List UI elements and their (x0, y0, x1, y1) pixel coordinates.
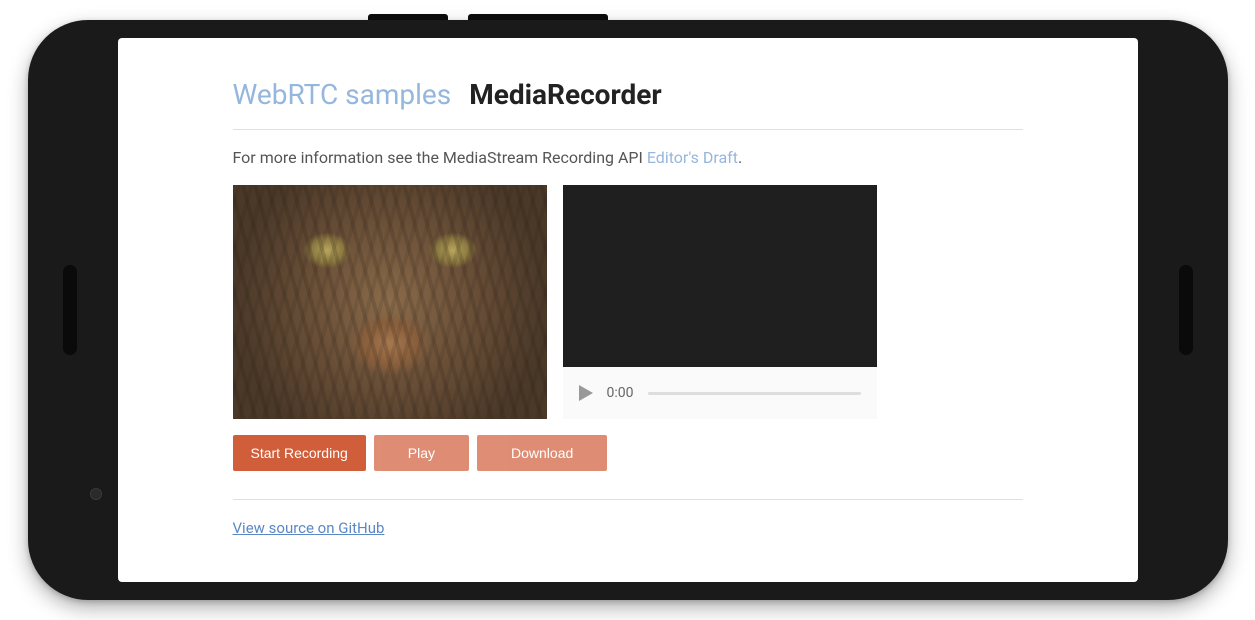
phone-speaker-left (63, 265, 77, 355)
view-source-link[interactable]: View source on GitHub (233, 519, 385, 537)
page-header: WebRTC samples MediaRecorder (233, 78, 1023, 130)
camera-preview[interactable] (233, 185, 547, 419)
editors-draft-link[interactable]: Editor's Draft (647, 148, 738, 167)
footer-divider (233, 499, 1023, 500)
video-time-label: 0:00 (607, 385, 634, 401)
button-row: Start Recording Play Download (233, 435, 1023, 471)
play-icon[interactable] (579, 385, 593, 401)
phone-hardware-buttons (368, 14, 668, 20)
description-text: For more information see the MediaStream… (233, 148, 1023, 167)
page-title: MediaRecorder (469, 78, 661, 111)
description-suffix: . (738, 148, 742, 167)
preview-texture (233, 185, 547, 419)
phone-power-button (368, 14, 448, 20)
phone-frame: WebRTC samples MediaRecorder For more in… (28, 20, 1228, 600)
screen-content: WebRTC samples MediaRecorder For more in… (118, 38, 1138, 582)
playback-video-pane: 0:00 (563, 185, 877, 419)
start-recording-button[interactable]: Start Recording (233, 435, 366, 471)
video-row: 0:00 (233, 185, 1023, 419)
description-prefix: For more information see the MediaStream… (233, 148, 647, 167)
video-display-area[interactable] (563, 185, 877, 367)
phone-camera-dot (90, 488, 102, 500)
video-controls-bar: 0:00 (563, 367, 877, 419)
camera-preview-pane (233, 185, 547, 419)
play-button[interactable]: Play (374, 435, 469, 471)
phone-speaker-right (1179, 265, 1193, 355)
phone-volume-button (468, 14, 608, 20)
webrtc-samples-link[interactable]: WebRTC samples (233, 78, 452, 111)
download-button[interactable]: Download (477, 435, 607, 471)
video-progress-bar[interactable] (648, 392, 861, 395)
